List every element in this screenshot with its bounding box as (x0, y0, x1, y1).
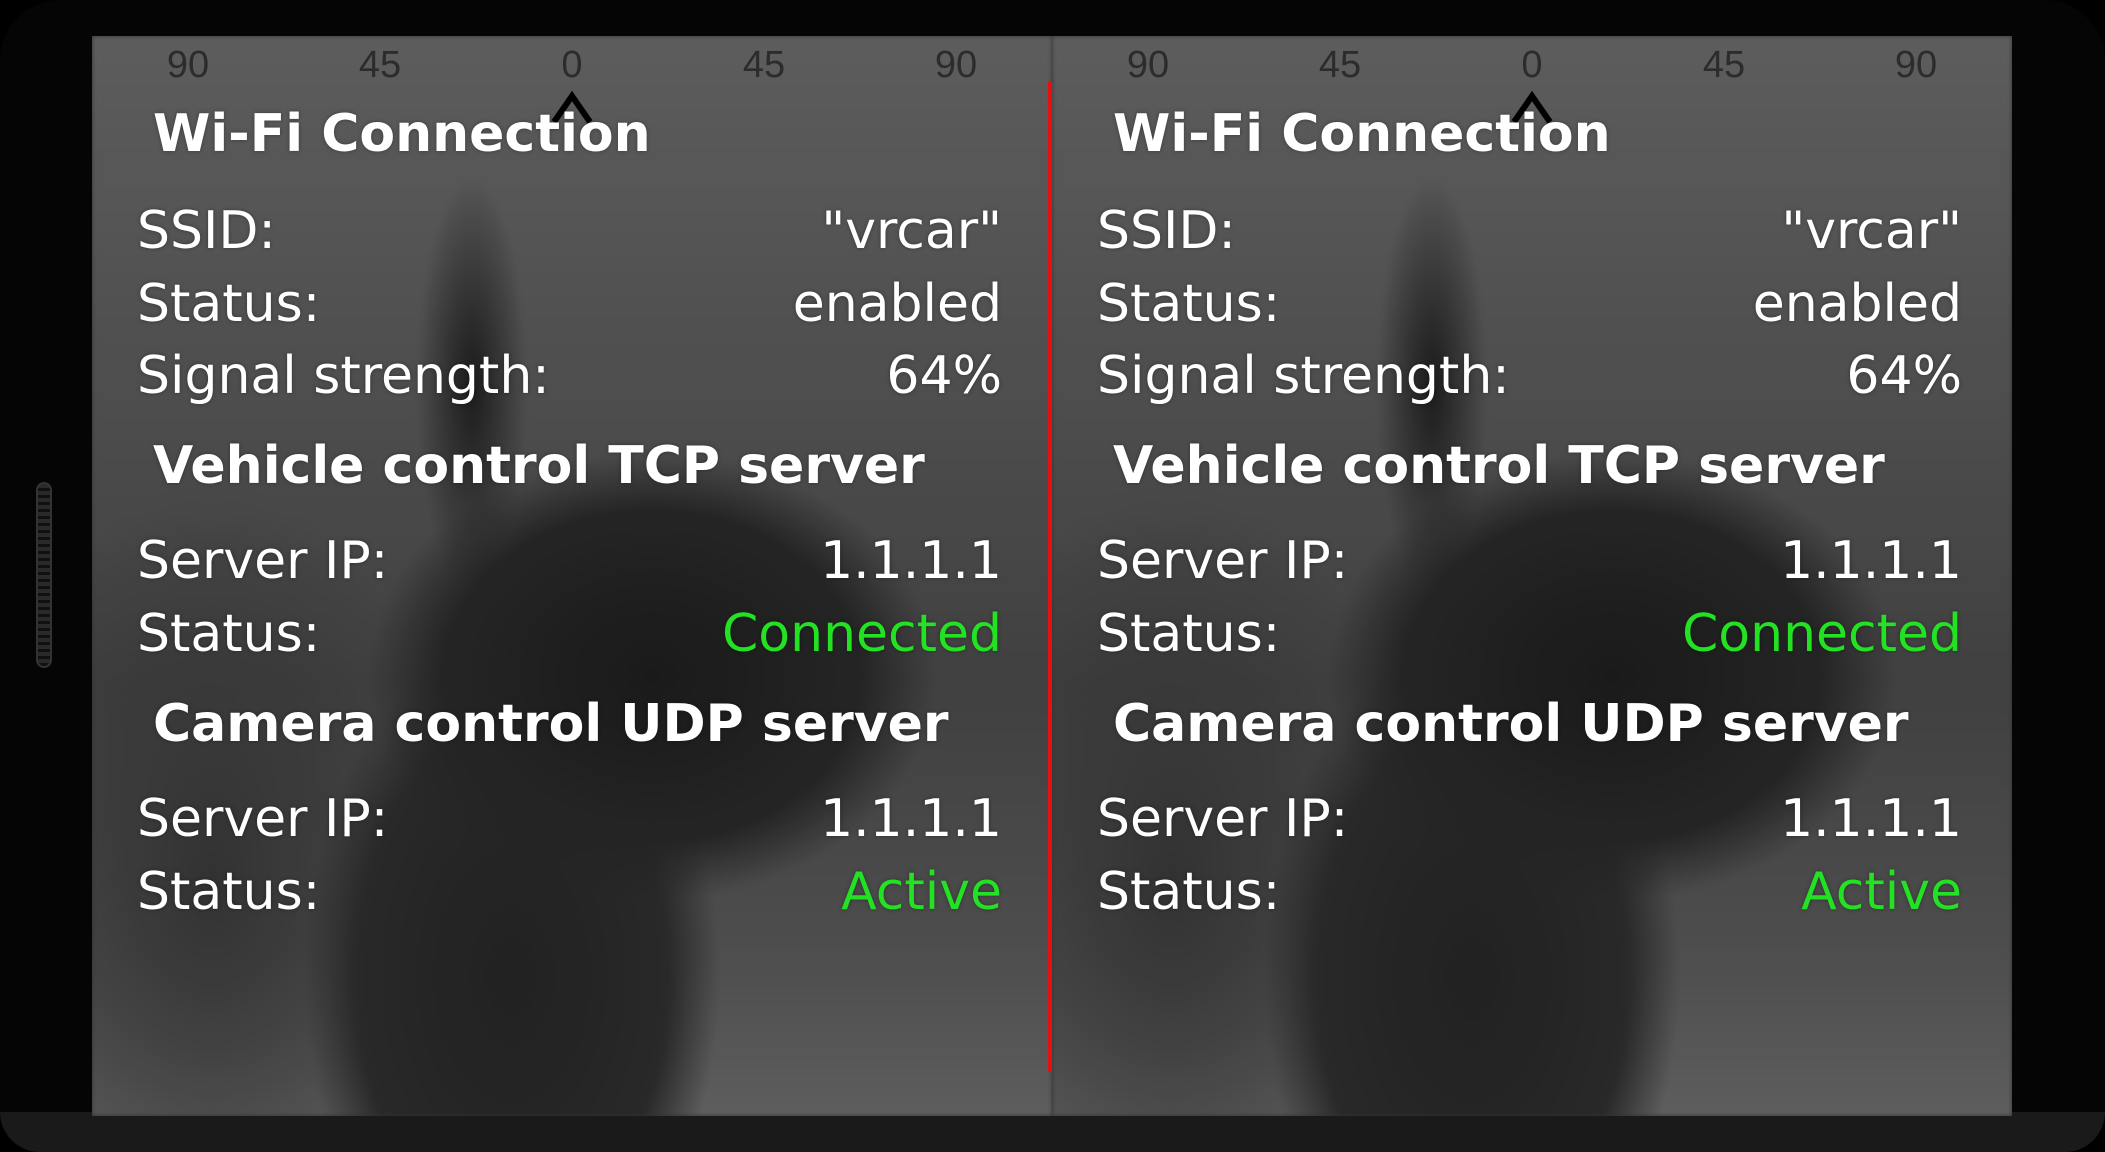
tcp-ip-row: Server IP: 1.1.1.1 (137, 528, 1002, 594)
udp-ip-row: Server IP: 1.1.1.1 (1097, 786, 1962, 852)
compass-tick: 0 (561, 44, 583, 86)
tcp-ip-label: Server IP: (137, 531, 389, 591)
tcp-section-title: Vehicle control TCP server (153, 436, 925, 496)
wifi-section-title: Wi-Fi Connection (153, 104, 651, 164)
tcp-status-value: Connected (1681, 604, 1962, 664)
wifi-ssid-row: SSID: "vrcar" (1097, 198, 1962, 264)
wifi-status-label: Status: (1097, 274, 1281, 334)
device-frame: 90 45 0 45 90 Wi-Fi Connection SSID: "vr… (0, 0, 2105, 1152)
compass-tick: 45 (1702, 44, 1746, 86)
compass-tick: 0 (1521, 44, 1543, 86)
compass-tick: 90 (166, 44, 210, 86)
tcp-status-row: Status: Connected (1097, 601, 1962, 667)
udp-ip-label: Server IP: (137, 789, 389, 849)
tcp-section-title: Vehicle control TCP server (1113, 436, 1885, 496)
wifi-status-value: enabled (1752, 274, 1962, 334)
udp-status-label: Status: (1097, 862, 1281, 922)
udp-status-label: Status: (137, 862, 321, 922)
tcp-status-label: Status: (1097, 604, 1281, 664)
ssid-value: "vrcar" (1781, 201, 1962, 261)
tcp-ip-row: Server IP: 1.1.1.1 (1097, 528, 1962, 594)
udp-ip-value: 1.1.1.1 (820, 789, 1002, 849)
tcp-ip-value: 1.1.1.1 (820, 531, 1002, 591)
udp-section-title: Camera control UDP server (153, 694, 949, 754)
udp-section-title: Camera control UDP server (1113, 694, 1909, 754)
ssid-label: SSID: (137, 201, 276, 261)
compass-tick: 45 (1318, 44, 1362, 86)
udp-status-value: Active (841, 862, 1002, 922)
device-bottom-bezel (0, 1112, 2105, 1152)
vr-screen: 90 45 0 45 90 Wi-Fi Connection SSID: "vr… (92, 36, 2012, 1116)
compass-tick: 90 (1126, 44, 1170, 86)
signal-strength-value: 64% (886, 346, 1002, 406)
compass-tick: 45 (742, 44, 786, 86)
tcp-status-row: Status: Connected (137, 601, 1002, 667)
ssid-value: "vrcar" (821, 201, 1002, 261)
tcp-ip-label: Server IP: (1097, 531, 1349, 591)
signal-strength-label: Signal strength: (1097, 346, 1510, 406)
ssid-label: SSID: (1097, 201, 1236, 261)
compass-tick: 90 (934, 44, 978, 86)
udp-status-row: Status: Active (137, 859, 1002, 925)
wifi-status-value: enabled (792, 274, 1002, 334)
side-volume-button (36, 482, 52, 668)
udp-ip-label: Server IP: (1097, 789, 1349, 849)
right-eye-view: 90 45 0 45 90 Wi-Fi Connection SSID: "vr… (1052, 36, 2012, 1116)
udp-status-row: Status: Active (1097, 859, 1962, 925)
left-eye-view: 90 45 0 45 90 Wi-Fi Connection SSID: "vr… (92, 36, 1052, 1116)
tcp-ip-value: 1.1.1.1 (1780, 531, 1962, 591)
wifi-signal-row: Signal strength: 64% (137, 343, 1002, 409)
stereo-divider (1048, 82, 1052, 1072)
signal-strength-label: Signal strength: (137, 346, 550, 406)
compass-tick: 90 (1894, 44, 1938, 86)
tcp-status-value: Connected (721, 604, 1002, 664)
udp-ip-value: 1.1.1.1 (1780, 789, 1962, 849)
signal-strength-value: 64% (1846, 346, 1962, 406)
wifi-status-label: Status: (137, 274, 321, 334)
wifi-signal-row: Signal strength: 64% (1097, 343, 1962, 409)
wifi-section-title: Wi-Fi Connection (1113, 104, 1611, 164)
udp-ip-row: Server IP: 1.1.1.1 (137, 786, 1002, 852)
compass-tick: 45 (358, 44, 402, 86)
wifi-status-row: Status: enabled (1097, 271, 1962, 337)
udp-status-value: Active (1801, 862, 1962, 922)
wifi-status-row: Status: enabled (137, 271, 1002, 337)
tcp-status-label: Status: (137, 604, 321, 664)
wifi-ssid-row: SSID: "vrcar" (137, 198, 1002, 264)
